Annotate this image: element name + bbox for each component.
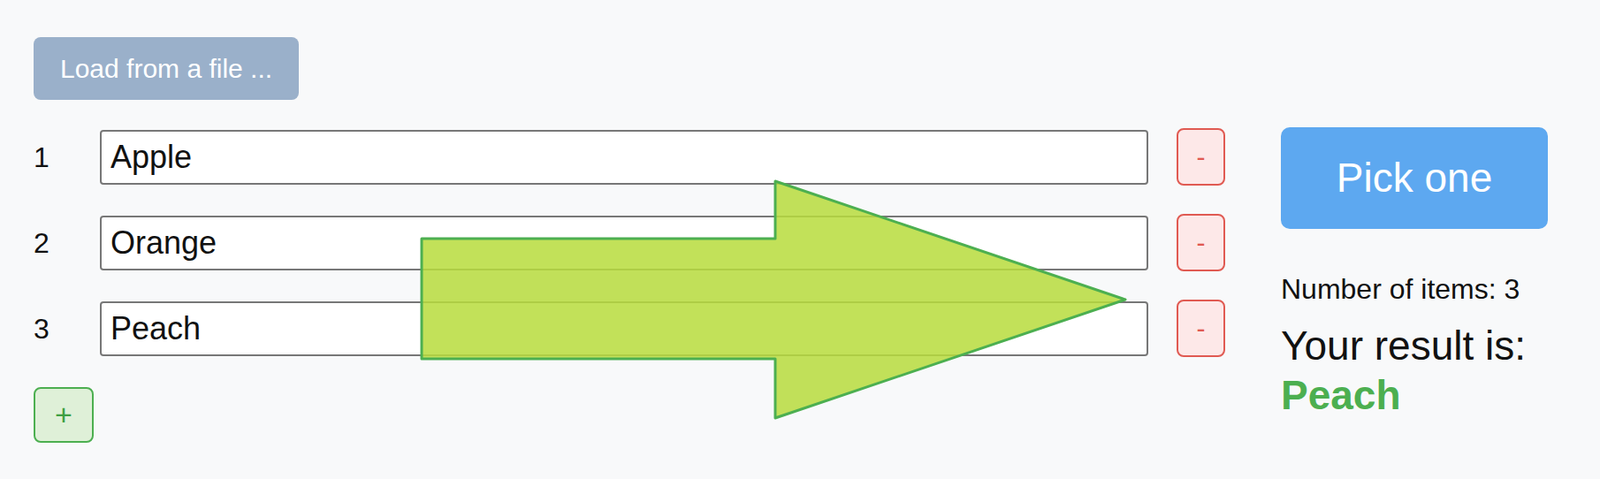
item-row: 2- [33,213,1226,272]
item-row: 3- [33,299,1226,358]
arrow-icon [0,0,1600,479]
item-count: Number of items: 3 [1280,272,1520,306]
add-item-button[interactable]: + [33,387,94,443]
item-number: 2 [33,221,100,265]
item-input[interactable] [99,301,1149,357]
load-file-button[interactable]: Load from a file ... [33,37,299,100]
item-editor: Load from a file ...1-2-3-+ [33,37,1226,443]
item-number: 3 [33,307,100,351]
remove-item-button[interactable]: - [1176,213,1226,272]
item-input[interactable] [99,215,1149,271]
pick-one-button[interactable]: Pick one [1280,127,1548,229]
item-number: 1 [33,136,100,179]
item-row: 1- [33,128,1226,186]
result-panel: Pick one Number of items: 3 Your result is… [1280,37,1593,443]
result-label: Your result is: [1280,321,1526,371]
remove-item-button[interactable]: - [1176,299,1226,358]
result-value: Peach [1280,371,1402,420]
item-list: 1-2-3- [33,128,1226,358]
item-input[interactable] [99,129,1149,185]
remove-item-button[interactable]: - [1176,128,1226,186]
